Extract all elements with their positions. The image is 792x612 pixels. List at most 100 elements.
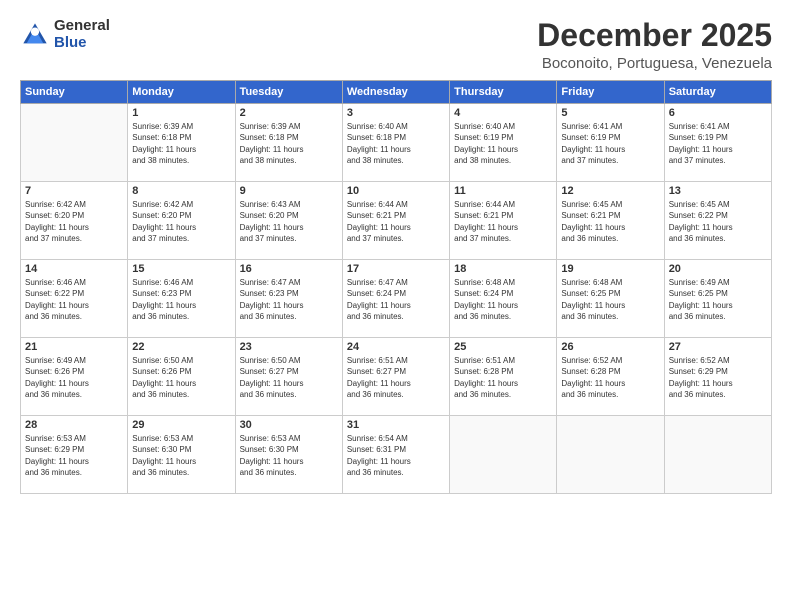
day-info: Sunrise: 6:40 AM Sunset: 6:18 PM Dayligh… — [347, 121, 445, 166]
calendar-cell: 6 Sunrise: 6:41 AM Sunset: 6:19 PM Daylig… — [664, 104, 771, 182]
day-info: Sunrise: 6:42 AM Sunset: 6:20 PM Dayligh… — [25, 199, 123, 244]
calendar-cell: 20Sunrise: 6:49 AM Sunset: 6:25 PM Dayli… — [664, 260, 771, 338]
day-number: 2 — [240, 107, 338, 119]
day-number: 15 — [132, 263, 230, 275]
calendar-cell — [664, 416, 771, 494]
logo-icon — [20, 20, 50, 50]
day-number: 25 — [454, 341, 552, 353]
day-number: 31 — [347, 419, 445, 431]
calendar-cell: 25 Sunrise: 6:51 AM Sunset: 6:28 PM Dayli… — [450, 338, 557, 416]
calendar-cell: 29 Sunrise: 6:53 AM Sunset: 6:30 PM Dayli… — [128, 416, 235, 494]
calendar-cell — [21, 104, 128, 182]
calendar-cell — [557, 416, 664, 494]
day-number: 18 — [454, 263, 552, 275]
day-info: Sunrise: 6:51 AM Sunset: 6:27 PM Dayligh… — [347, 355, 445, 400]
day-number: 4 — [454, 107, 552, 119]
calendar-cell: 24 Sunrise: 6:51 AM Sunset: 6:27 PM Dayli… — [342, 338, 449, 416]
day-info: Sunrise: 6:52 AM Sunset: 6:28 PM Dayligh… — [561, 355, 659, 400]
header-wednesday: Wednesday — [342, 81, 449, 104]
week-row-1: 1 Sunrise: 6:39 AM Sunset: 6:18 PM Daylig… — [21, 104, 772, 182]
day-number: 29 — [132, 419, 230, 431]
day-info: Sunrise: 6:43 AM Sunset: 6:20 PM Dayligh… — [240, 199, 338, 244]
day-number: 30 — [240, 419, 338, 431]
calendar-cell: 22Sunrise: 6:50 AM Sunset: 6:26 PM Dayli… — [128, 338, 235, 416]
day-number: 21 — [25, 341, 123, 353]
day-info: Sunrise: 6:54 AM Sunset: 6:31 PM Dayligh… — [347, 433, 445, 478]
calendar-cell: 16Sunrise: 6:47 AM Sunset: 6:23 PM Dayli… — [235, 260, 342, 338]
day-info: Sunrise: 6:49 AM Sunset: 6:25 PM Dayligh… — [669, 277, 767, 322]
header-tuesday: Tuesday — [235, 81, 342, 104]
week-row-3: 14Sunrise: 6:46 AM Sunset: 6:22 PM Dayli… — [21, 260, 772, 338]
day-number: 8 — [132, 185, 230, 197]
page: General Blue December 2025 Boconoito, Po… — [0, 0, 792, 612]
day-info: Sunrise: 6:41 AM Sunset: 6:19 PM Dayligh… — [561, 121, 659, 166]
calendar-cell: 26 Sunrise: 6:52 AM Sunset: 6:28 PM Dayli… — [557, 338, 664, 416]
header-saturday: Saturday — [664, 81, 771, 104]
calendar-header-row: SundayMondayTuesdayWednesdayThursdayFrid… — [21, 81, 772, 104]
day-info: Sunrise: 6:48 AM Sunset: 6:24 PM Dayligh… — [454, 277, 552, 322]
day-info: Sunrise: 6:51 AM Sunset: 6:28 PM Dayligh… — [454, 355, 552, 400]
week-row-4: 21Sunrise: 6:49 AM Sunset: 6:26 PM Dayli… — [21, 338, 772, 416]
day-number: 17 — [347, 263, 445, 275]
calendar-cell: 31 Sunrise: 6:54 AM Sunset: 6:31 PM Dayli… — [342, 416, 449, 494]
header: General Blue December 2025 Boconoito, Po… — [20, 18, 772, 72]
day-info: Sunrise: 6:53 AM Sunset: 6:29 PM Dayligh… — [25, 433, 123, 478]
day-info: Sunrise: 6:39 AM Sunset: 6:18 PM Dayligh… — [240, 121, 338, 166]
day-number: 12 — [561, 185, 659, 197]
week-row-2: 7Sunrise: 6:42 AM Sunset: 6:20 PM Daylig… — [21, 182, 772, 260]
day-info: Sunrise: 6:53 AM Sunset: 6:30 PM Dayligh… — [132, 433, 230, 478]
calendar-cell: 21Sunrise: 6:49 AM Sunset: 6:26 PM Dayli… — [21, 338, 128, 416]
day-info: Sunrise: 6:53 AM Sunset: 6:30 PM Dayligh… — [240, 433, 338, 478]
calendar-cell: 3 Sunrise: 6:40 AM Sunset: 6:18 PM Daylig… — [342, 104, 449, 182]
header-friday: Friday — [557, 81, 664, 104]
calendar-cell: 17 Sunrise: 6:47 AM Sunset: 6:24 PM Dayli… — [342, 260, 449, 338]
calendar-cell: 14Sunrise: 6:46 AM Sunset: 6:22 PM Dayli… — [21, 260, 128, 338]
day-number: 28 — [25, 419, 123, 431]
logo-text: General Blue — [54, 18, 110, 51]
day-info: Sunrise: 6:40 AM Sunset: 6:19 PM Dayligh… — [454, 121, 552, 166]
day-number: 24 — [347, 341, 445, 353]
day-number: 6 — [669, 107, 767, 119]
calendar-cell: 27Sunrise: 6:52 AM Sunset: 6:29 PM Dayli… — [664, 338, 771, 416]
day-info: Sunrise: 6:42 AM Sunset: 6:20 PM Dayligh… — [132, 199, 230, 244]
day-info: Sunrise: 6:46 AM Sunset: 6:22 PM Dayligh… — [25, 277, 123, 322]
calendar-cell: 28 Sunrise: 6:53 AM Sunset: 6:29 PM Dayli… — [21, 416, 128, 494]
day-number: 26 — [561, 341, 659, 353]
calendar-cell: 4 Sunrise: 6:40 AM Sunset: 6:19 PM Daylig… — [450, 104, 557, 182]
day-info: Sunrise: 6:44 AM Sunset: 6:21 PM Dayligh… — [347, 199, 445, 244]
calendar-table: SundayMondayTuesdayWednesdayThursdayFrid… — [20, 80, 772, 494]
calendar-cell: 18 Sunrise: 6:48 AM Sunset: 6:24 PM Dayli… — [450, 260, 557, 338]
day-info: Sunrise: 6:45 AM Sunset: 6:22 PM Dayligh… — [669, 199, 767, 244]
day-number: 1 — [132, 107, 230, 119]
day-number: 9 — [240, 185, 338, 197]
main-title: December 2025 — [537, 18, 772, 53]
day-info: Sunrise: 6:44 AM Sunset: 6:21 PM Dayligh… — [454, 199, 552, 244]
logo-blue: Blue — [54, 35, 110, 52]
subtitle: Boconoito, Portuguesa, Venezuela — [537, 55, 772, 72]
day-info: Sunrise: 6:47 AM Sunset: 6:24 PM Dayligh… — [347, 277, 445, 322]
header-monday: Monday — [128, 81, 235, 104]
calendar-cell: 1Sunrise: 6:39 AM Sunset: 6:18 PM Daylig… — [128, 104, 235, 182]
day-number: 13 — [669, 185, 767, 197]
day-info: Sunrise: 6:46 AM Sunset: 6:23 PM Dayligh… — [132, 277, 230, 322]
day-number: 23 — [240, 341, 338, 353]
header-thursday: Thursday — [450, 81, 557, 104]
week-row-5: 28 Sunrise: 6:53 AM Sunset: 6:29 PM Dayli… — [21, 416, 772, 494]
day-number: 11 — [454, 185, 552, 197]
calendar-cell: 9 Sunrise: 6:43 AM Sunset: 6:20 PM Daylig… — [235, 182, 342, 260]
logo: General Blue — [20, 18, 110, 51]
day-number: 5 — [561, 107, 659, 119]
calendar-cell: 15 Sunrise: 6:46 AM Sunset: 6:23 PM Dayli… — [128, 260, 235, 338]
day-number: 27 — [669, 341, 767, 353]
calendar-cell: 5 Sunrise: 6:41 AM Sunset: 6:19 PM Daylig… — [557, 104, 664, 182]
day-number: 16 — [240, 263, 338, 275]
day-info: Sunrise: 6:45 AM Sunset: 6:21 PM Dayligh… — [561, 199, 659, 244]
day-number: 3 — [347, 107, 445, 119]
calendar-cell: 30 Sunrise: 6:53 AM Sunset: 6:30 PM Dayli… — [235, 416, 342, 494]
calendar-cell: 11 Sunrise: 6:44 AM Sunset: 6:21 PM Dayli… — [450, 182, 557, 260]
day-number: 10 — [347, 185, 445, 197]
day-info: Sunrise: 6:50 AM Sunset: 6:27 PM Dayligh… — [240, 355, 338, 400]
calendar-cell: 7Sunrise: 6:42 AM Sunset: 6:20 PM Daylig… — [21, 182, 128, 260]
day-info: Sunrise: 6:50 AM Sunset: 6:26 PM Dayligh… — [132, 355, 230, 400]
day-info: Sunrise: 6:41 AM Sunset: 6:19 PM Dayligh… — [669, 121, 767, 166]
